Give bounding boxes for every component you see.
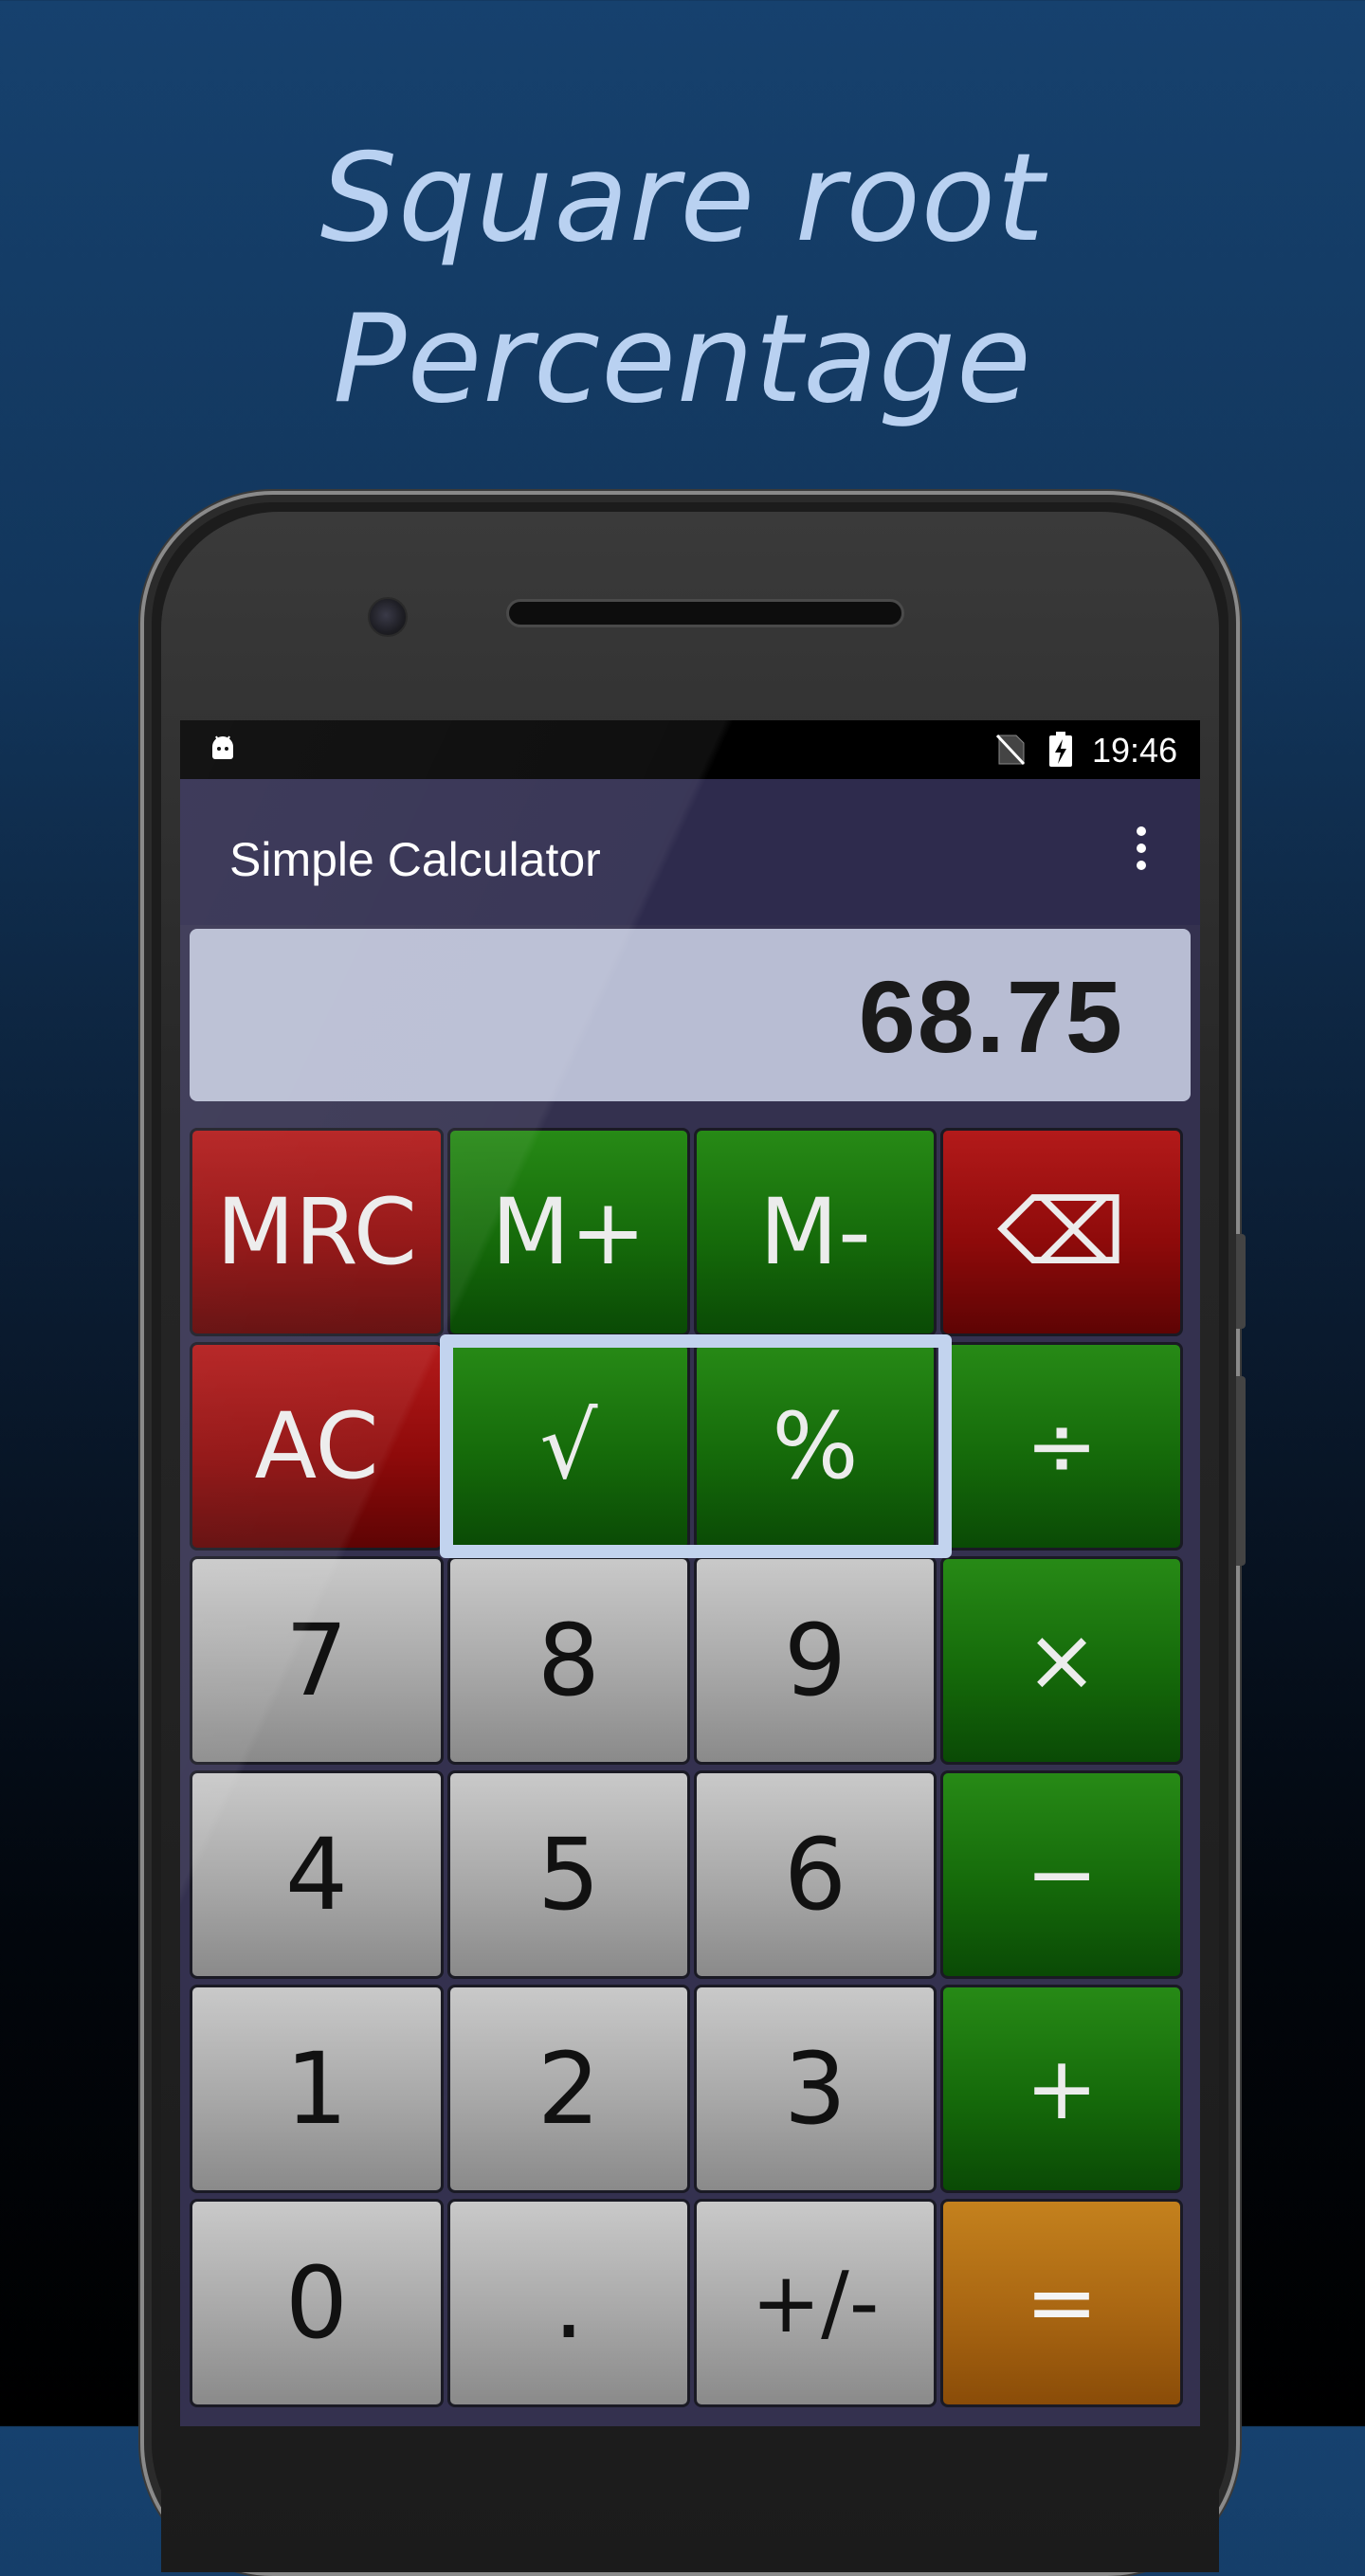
- memory-minus-label: M-: [759, 1179, 871, 1285]
- digit-1-button[interactable]: 1: [190, 1985, 444, 2193]
- backspace-icon: ⌫: [997, 1179, 1126, 1285]
- digit-8-button[interactable]: 8: [447, 1556, 690, 1765]
- mrc-button[interactable]: MRC: [190, 1128, 444, 1336]
- digit-2-label: 2: [537, 2031, 601, 2147]
- digit-6-label: 6: [783, 1817, 847, 1932]
- memory-plus-button[interactable]: M+: [447, 1128, 690, 1336]
- digit-8-label: 8: [537, 1603, 601, 1718]
- digit-3-label: 3: [783, 2031, 847, 2147]
- promo-headline-line1: Square root: [319, 128, 1046, 269]
- digit-3-button[interactable]: 3: [694, 1985, 937, 2193]
- digit-4-label: 4: [284, 1817, 349, 1932]
- front-camera-icon: [368, 597, 408, 637]
- decimal-point-label: .: [553, 2245, 585, 2361]
- no-sim-icon: [995, 734, 1026, 766]
- digit-5-button[interactable]: 5: [447, 1770, 690, 1979]
- negate-button[interactable]: +/-: [694, 2199, 937, 2407]
- percent-label: %: [772, 1393, 859, 1499]
- square-root-button[interactable]: √: [447, 1342, 690, 1551]
- earpiece-speaker: [506, 599, 904, 627]
- power-button: [1236, 1376, 1246, 1566]
- memory-plus-label: M+: [491, 1179, 646, 1285]
- digit-7-button[interactable]: 7: [190, 1556, 444, 1765]
- all-clear-label: AC: [254, 1393, 379, 1499]
- digit-5-label: 5: [537, 1817, 601, 1932]
- phone-screen: 19:46 Simple Calculator 68.75 MRC M+ M- …: [180, 720, 1200, 2426]
- percent-button[interactable]: %: [694, 1342, 937, 1551]
- negate-label: +/-: [751, 2254, 880, 2351]
- square-root-label: √: [539, 1393, 598, 1499]
- multiply-button[interactable]: ×: [940, 1556, 1183, 1765]
- status-bar: 19:46: [180, 720, 1200, 779]
- digit-1-label: 1: [284, 2031, 349, 2147]
- digit-4-button[interactable]: 4: [190, 1770, 444, 1979]
- mrc-label: MRC: [216, 1179, 417, 1285]
- decimal-point-button[interactable]: .: [447, 2199, 690, 2407]
- plus-button[interactable]: +: [940, 1985, 1183, 2193]
- app-title: Simple Calculator: [229, 833, 601, 886]
- android-debug-icon: [212, 735, 233, 759]
- battery-charging-icon: [1049, 732, 1072, 767]
- digit-9-button[interactable]: 9: [694, 1556, 937, 1765]
- multiply-label: ×: [1025, 1609, 1099, 1711]
- minus-label: −: [1025, 1823, 1099, 1925]
- digit-2-button[interactable]: 2: [447, 1985, 690, 2193]
- plus-label: +: [1025, 2038, 1099, 2139]
- volume-button: [1236, 1234, 1246, 1329]
- digit-6-button[interactable]: 6: [694, 1770, 937, 1979]
- memory-minus-button[interactable]: M-: [694, 1128, 937, 1336]
- status-time: 19:46: [1092, 731, 1178, 770]
- backspace-button[interactable]: ⌫: [940, 1128, 1183, 1336]
- minus-button[interactable]: −: [940, 1770, 1183, 1979]
- equals-label: =: [1025, 2252, 1099, 2353]
- result-display: 68.75: [190, 929, 1191, 1101]
- divide-label: ÷: [1025, 1395, 1099, 1497]
- divide-button[interactable]: ÷: [940, 1342, 1183, 1551]
- digit-0-label: 0: [284, 2245, 349, 2361]
- promo-headline-line2: Percentage: [333, 289, 1032, 430]
- all-clear-button[interactable]: AC: [190, 1342, 444, 1551]
- display-value: 68.75: [858, 959, 1124, 1074]
- more-vert-icon[interactable]: [1134, 826, 1149, 883]
- digit-7-label: 7: [284, 1603, 349, 1718]
- app-bar: Simple Calculator: [180, 779, 1200, 925]
- equals-button[interactable]: =: [940, 2199, 1183, 2407]
- digit-9-label: 9: [783, 1603, 847, 1718]
- digit-0-button[interactable]: 0: [190, 2199, 444, 2407]
